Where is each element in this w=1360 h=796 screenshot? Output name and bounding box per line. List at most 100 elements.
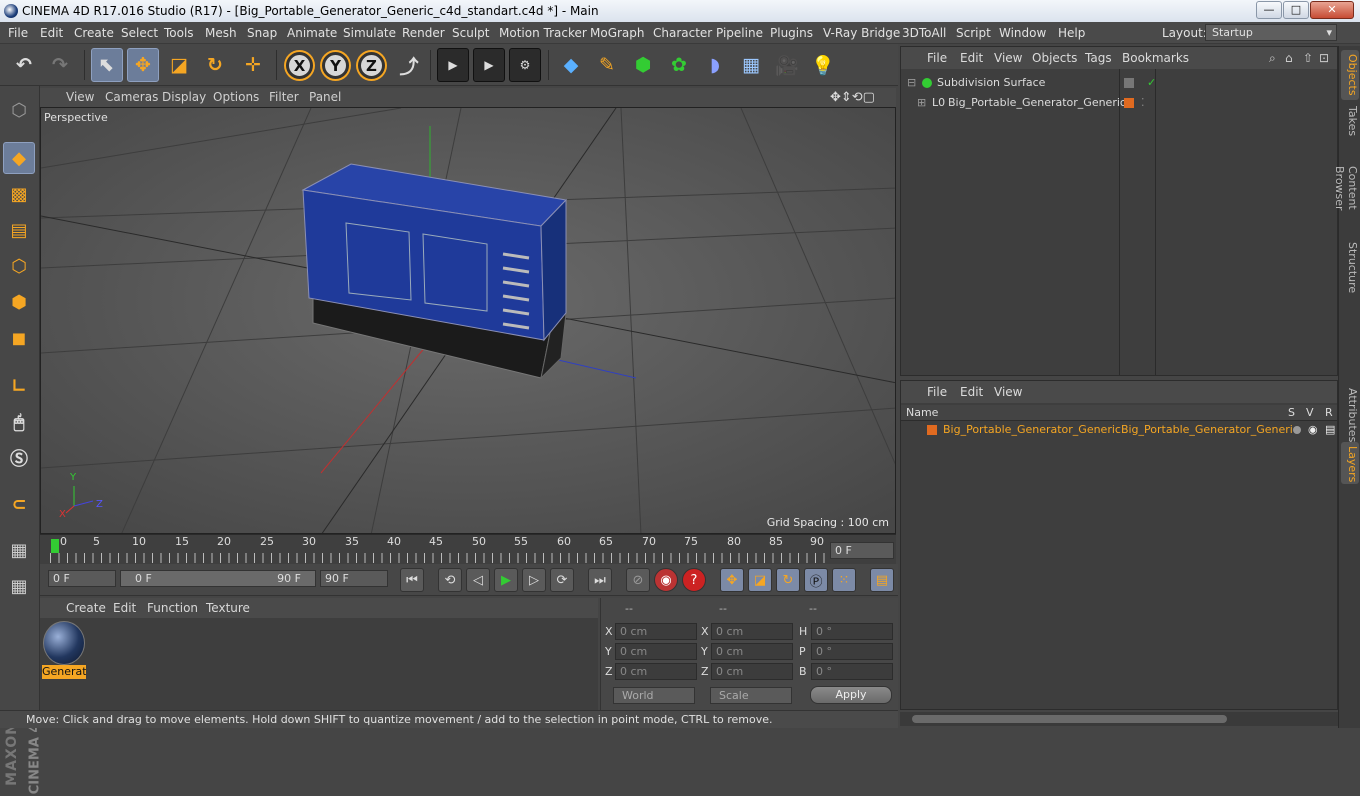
z-axis-lock-button[interactable]: Z [358, 52, 385, 79]
rotate-tool-icon[interactable]: ↻ [199, 48, 231, 82]
objects-menu-file[interactable]: File [927, 47, 947, 69]
playhead-marker[interactable] [51, 539, 59, 553]
scroll-thumb[interactable] [912, 715, 1227, 723]
select-tool-icon[interactable]: ⬉ [91, 48, 123, 82]
layers-menu-edit[interactable]: Edit [960, 381, 983, 403]
menu-plugins[interactable]: Plugins [770, 22, 813, 44]
start-frame-field[interactable]: 0 F [48, 570, 116, 587]
menu-sculpt[interactable]: Sculpt [452, 22, 489, 44]
record-active-objects-icon[interactable]: ◉ [654, 568, 678, 592]
tab-content-browser[interactable]: Content Browser [1333, 142, 1359, 234]
polygons-mode-icon[interactable]: ◼ [3, 322, 35, 354]
points-mode-icon[interactable]: ⬡ [3, 250, 35, 282]
deformer-icon[interactable]: ◗ [699, 48, 731, 82]
menu-create[interactable]: Create [74, 22, 114, 44]
layers-menu-file[interactable]: File [927, 381, 947, 403]
menu-edit[interactable]: Edit [40, 22, 63, 44]
previous-frame-icon[interactable]: ◁ [466, 568, 490, 592]
tab-layers[interactable]: Layers [1341, 442, 1359, 484]
position-z-field[interactable]: 0 cm [615, 663, 697, 680]
magnet-icon[interactable]: ⊂ [3, 488, 35, 520]
record-parameter-icon[interactable]: Ⓟ [804, 568, 828, 592]
menu-simulate[interactable]: Simulate [343, 22, 396, 44]
rotation-b-field[interactable]: 0 ° [811, 663, 893, 680]
menu-3dtoall[interactable]: 3DToAll [902, 22, 946, 44]
render-view-icon[interactable]: ▶ [437, 48, 469, 82]
coordinate-system-icon[interactable]: ⤴ [393, 48, 425, 82]
tree-expand-icon[interactable]: ⊞ [917, 93, 926, 113]
position-x-field[interactable]: 0 cm [615, 623, 697, 640]
light-icon[interactable]: 💡 [807, 48, 839, 82]
axis-mode-icon[interactable]: ∟ [3, 370, 35, 402]
viewport-menu-display[interactable]: Display [162, 88, 206, 107]
timeline-window-icon[interactable]: ▤ [870, 568, 894, 592]
size-z-field[interactable]: 0 cm [711, 663, 793, 680]
tab-takes[interactable]: Takes [1341, 102, 1359, 140]
menu-mesh[interactable]: Mesh [205, 22, 237, 44]
rotation-p-field[interactable]: 0 ° [811, 643, 893, 660]
camera-icon[interactable]: 🎥 [771, 48, 803, 82]
record-rotation-icon[interactable]: ↻ [776, 568, 800, 592]
workplane-mode-icon[interactable]: ▤ [3, 214, 35, 246]
menu-vray-bridge[interactable]: V-Ray Bridge [823, 22, 900, 44]
objects-menu-edit[interactable]: Edit [960, 47, 983, 69]
play-icon[interactable]: ▶ [494, 568, 518, 592]
frame-range-slider[interactable]: 0 F 90 F [120, 570, 316, 587]
menu-animate[interactable]: Animate [287, 22, 337, 44]
minimize-button[interactable]: — [1256, 1, 1282, 19]
scale-tool-icon[interactable]: ◪ [163, 48, 195, 82]
menu-file[interactable]: File [8, 22, 28, 44]
go-to-start-icon[interactable]: ⏮ [400, 568, 424, 592]
visibility-dots-icon[interactable]: ⁚ [1141, 93, 1145, 113]
eye-icon[interactable]: ◉ [1308, 421, 1318, 439]
workplane-lock-icon[interactable]: ▦ [3, 534, 35, 566]
menu-mograph[interactable]: MoGraph [590, 22, 645, 44]
material-menu-function[interactable]: Function [147, 598, 198, 618]
maximize-button[interactable]: □ [1283, 1, 1309, 19]
search-icon[interactable]: ⌕ [1269, 47, 1276, 69]
previous-key-icon[interactable]: ⟲ [438, 568, 462, 592]
end-frame-field[interactable]: 90 F [320, 570, 388, 587]
autokey-icon[interactable]: ? [682, 568, 706, 592]
cube-primitive-icon[interactable]: ◆ [555, 48, 587, 82]
perspective-viewport[interactable]: Perspective Y Z X Grid Spacing : 100 cm [40, 107, 896, 534]
layer-row[interactable]: Big_Portable_Generator_GenericBig_Portab… [901, 421, 1337, 439]
column-visible[interactable]: V [1306, 405, 1314, 421]
tab-objects[interactable]: Objects [1341, 50, 1359, 100]
solo-toggle-icon[interactable] [1293, 426, 1301, 434]
x-axis-lock-button[interactable]: X [286, 52, 313, 79]
tree-expand-icon[interactable]: ⊟ [907, 73, 916, 93]
home-icon[interactable]: ⌂ [1285, 47, 1293, 69]
timeline-ruler[interactable]: 0 5 10 15 20 25 30 35 40 45 50 55 60 65 … [40, 534, 896, 564]
rotation-h-field[interactable]: 0 ° [811, 623, 893, 640]
new-view-icon[interactable]: ⊡ [1319, 47, 1329, 69]
next-key-icon[interactable]: ⟳ [550, 568, 574, 592]
column-name[interactable]: Name [906, 405, 938, 421]
menu-motion-tracker[interactable]: Motion Tracker [499, 22, 587, 44]
size-x-field[interactable]: 0 cm [711, 623, 793, 640]
menu-window[interactable]: Window [999, 22, 1046, 44]
menu-select[interactable]: Select [121, 22, 158, 44]
snap-icon[interactable]: Ⓢ [3, 442, 35, 474]
make-editable-icon[interactable]: ⬡ [3, 94, 35, 126]
layer-toggle-icon[interactable] [1124, 78, 1134, 88]
objects-menu-view[interactable]: View [994, 47, 1022, 69]
objects-menu-bookmarks[interactable]: Bookmarks [1122, 47, 1189, 69]
render-film-icon[interactable]: ▤ [1325, 421, 1335, 439]
floor-environment-icon[interactable]: ▦ [735, 48, 767, 82]
mograph-cloner-icon[interactable]: ✿ [663, 48, 695, 82]
close-button[interactable]: ✕ [1310, 1, 1354, 19]
column-solo[interactable]: S [1288, 405, 1295, 421]
layer-horizontal-scrollbar[interactable] [900, 712, 1338, 726]
menu-character[interactable]: Character [653, 22, 712, 44]
render-settings-icon[interactable]: ⚙ [509, 48, 541, 82]
column-render[interactable]: R [1325, 405, 1333, 421]
menu-render[interactable]: Render [402, 22, 445, 44]
viewport-menu-view[interactable]: View [66, 88, 94, 107]
current-frame-field[interactable]: 0 F [830, 542, 894, 559]
arrow-up-icon[interactable]: ⇧ [1303, 47, 1313, 69]
viewport-menu-cameras[interactable]: Cameras [105, 88, 158, 107]
move-tool-icon[interactable]: ✥ [127, 48, 159, 82]
apply-button[interactable]: Apply [810, 686, 892, 704]
subdivision-generator-icon[interactable]: ⬢ [627, 48, 659, 82]
